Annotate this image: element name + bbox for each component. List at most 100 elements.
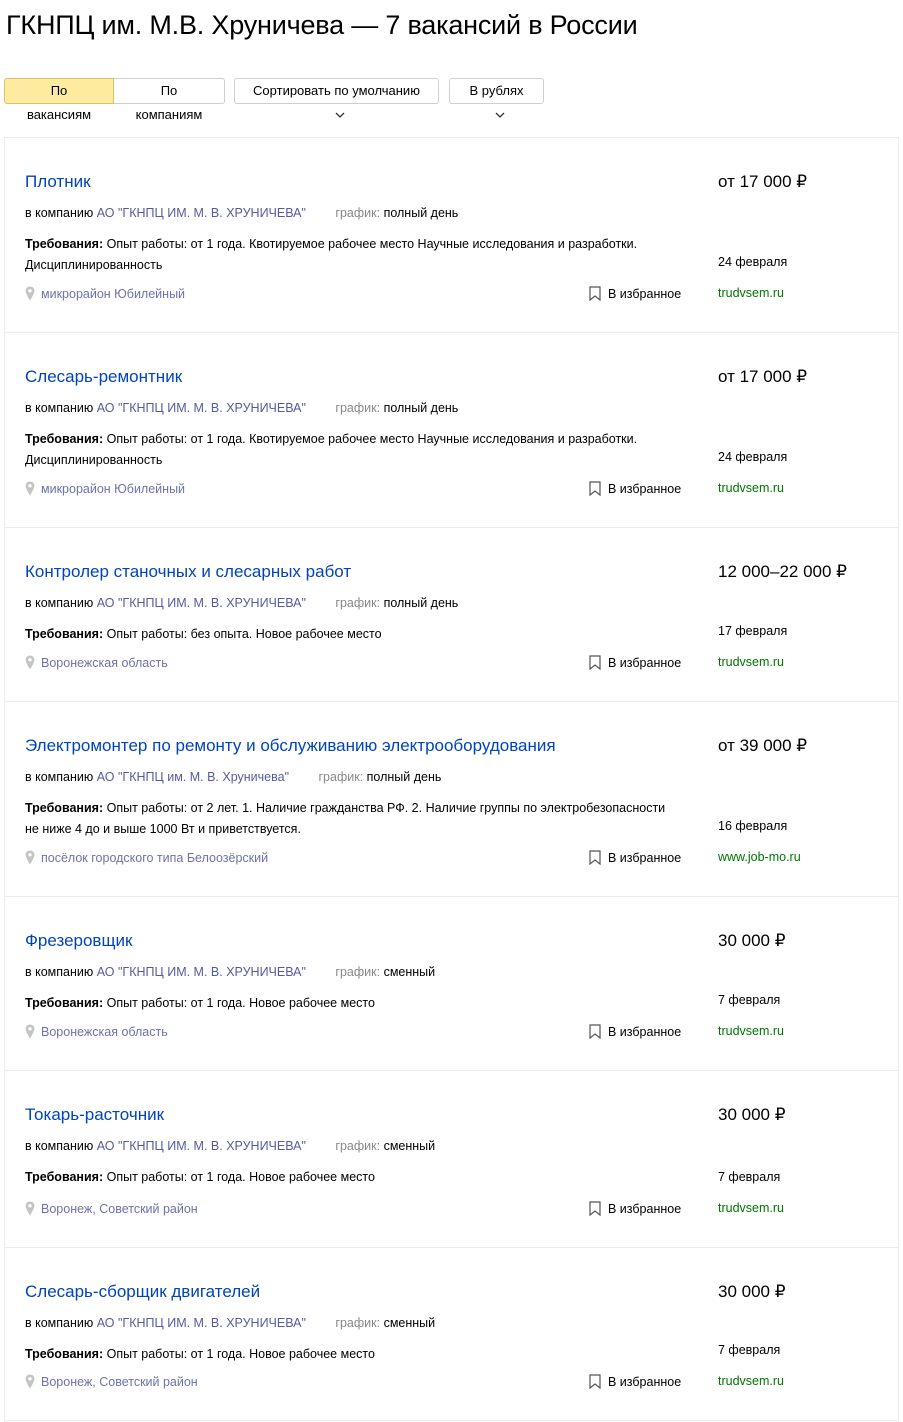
- vacancy-location[interactable]: посёлок городского типа Белоозёрский: [25, 850, 268, 865]
- tab-by-vacancies[interactable]: По вакансиям: [4, 78, 114, 122]
- schedule-group: график: сменный: [335, 1139, 435, 1153]
- vacancy-source-link[interactable]: trudvsem.ru: [718, 286, 784, 300]
- schedule-value: сменный: [383, 965, 436, 979]
- vacancy-source-link[interactable]: trudvsem.ru: [718, 1201, 784, 1215]
- location-text: посёлок городского типа Белоозёрский: [41, 850, 269, 865]
- vacancy-date: 24 февраля: [718, 450, 788, 464]
- location-pin-icon: [25, 481, 35, 496]
- vacancy-meta: в компанию АО "ГКНПЦ ИМ. М. В. ХРУНИЧЕВА…: [25, 1139, 435, 1153]
- vacancy-footer: Воронеж, Советский район В избранное tru…: [5, 1374, 898, 1394]
- vacancy-card: Контролер станочных и слесарных работ 12…: [5, 528, 898, 702]
- vacancy-source-link[interactable]: www.job-mo.ru: [718, 850, 801, 864]
- schedule-label: график:: [335, 1139, 381, 1153]
- schedule-label: график:: [335, 206, 381, 220]
- chevron-down-icon: [495, 112, 504, 118]
- currency-dropdown[interactable]: В рублях: [449, 78, 544, 118]
- company-name[interactable]: АО "ГКНПЦ ИМ. М. В. ХРУНИЧЕВА": [97, 401, 306, 415]
- location-pin-icon: [25, 286, 35, 301]
- vacancy-meta: в компанию АО "ГКНПЦ ИМ. М. В. ХРУНИЧЕВА…: [25, 965, 435, 979]
- schedule-group: график: полный день: [335, 596, 458, 610]
- vacancy-date: 7 февраля: [718, 1170, 781, 1184]
- vacancy-footer: Воронеж, Советский район В избранное tru…: [5, 1201, 898, 1221]
- sort-dropdown[interactable]: Сортировать по умолчанию: [234, 78, 439, 118]
- add-to-favorites-button[interactable]: В избранное: [589, 655, 681, 670]
- vacancy-source-link[interactable]: trudvsem.ru: [718, 1374, 784, 1388]
- company-prefix: в компанию: [25, 965, 94, 979]
- schedule-label: график:: [335, 1316, 381, 1330]
- vacancy-requirements: Требования: Опыт работы: от 1 года. Ново…: [25, 993, 680, 1014]
- favorites-label: В избранное: [608, 286, 682, 301]
- company-prefix: в компанию: [25, 596, 94, 610]
- location-text: Воронежская область: [41, 655, 168, 670]
- vacancy-meta: в компанию АО "ГКНПЦ ИМ. М. В. ХРУНИЧЕВА…: [25, 206, 458, 220]
- requirements-text: Опыт работы: от 1 года. Новое рабочее ме…: [106, 1170, 375, 1184]
- add-to-favorites-button[interactable]: В избранное: [589, 1024, 681, 1039]
- company-name[interactable]: АО "ГКНПЦ ИМ. М. В. ХРУНИЧЕВА": [97, 965, 306, 979]
- company-prefix: в компанию: [25, 401, 94, 415]
- vacancy-title-link[interactable]: Токарь-расточник: [25, 1105, 164, 1125]
- vacancy-title-link[interactable]: Слесарь-ремонтник: [25, 367, 182, 387]
- vacancy-date: 7 февраля: [718, 993, 781, 1007]
- vacancy-location[interactable]: Воронежская область: [25, 655, 168, 670]
- requirements-label: Требования:: [25, 1347, 104, 1361]
- sort-dropdown-label: Сортировать по умолчанию: [253, 83, 420, 98]
- company-name[interactable]: АО "ГКНПЦ им. М. В. Хруничева": [97, 770, 289, 784]
- requirements-label: Требования:: [25, 432, 104, 446]
- add-to-favorites-button[interactable]: В избранное: [589, 1374, 681, 1389]
- schedule-value: полный день: [383, 596, 459, 610]
- company-name[interactable]: АО "ГКНПЦ ИМ. М. В. ХРУНИЧЕВА": [97, 1139, 306, 1153]
- company-name[interactable]: АО "ГКНПЦ ИМ. М. В. ХРУНИЧЕВА": [97, 1316, 306, 1330]
- requirements-label: Требования:: [25, 801, 104, 815]
- page-title: ГКНПЦ им. М.В. Хруничева — 7 вакансий в …: [6, 10, 638, 40]
- company-name[interactable]: АО "ГКНПЦ ИМ. М. В. ХРУНИЧЕВА": [97, 596, 306, 610]
- vacancy-title-link[interactable]: Электромонтер по ремонту и обслуживанию …: [25, 736, 556, 756]
- requirements-text: Опыт работы: без опыта. Новое рабочее ме…: [106, 627, 382, 641]
- requirements-text: Опыт работы: от 2 лет. 1. Наличие гражда…: [25, 801, 666, 836]
- add-to-favorites-button[interactable]: В избранное: [589, 850, 681, 865]
- vacancy-date: 16 февраля: [718, 819, 788, 833]
- vacancy-meta: в компанию АО "ГКНПЦ ИМ. М. В. ХРУНИЧЕВА…: [25, 401, 458, 415]
- vacancy-title-link[interactable]: Слесарь-сборщик двигателей: [25, 1282, 260, 1302]
- vacancy-title-link[interactable]: Плотник: [25, 172, 91, 192]
- location-pin-icon: [25, 655, 35, 670]
- favorites-label: В избранное: [608, 1374, 682, 1389]
- vacancy-location[interactable]: Воронеж, Советский район: [25, 1374, 198, 1389]
- schedule-label: график:: [335, 596, 381, 610]
- vacancy-source-link[interactable]: trudvsem.ru: [718, 655, 784, 669]
- vacancy-source-link[interactable]: trudvsem.ru: [718, 1024, 784, 1038]
- vacancy-location[interactable]: микрорайон Юбилейный: [25, 481, 185, 496]
- vacancy-list: Плотник от 17 000 ₽ в компанию АО "ГКНПЦ…: [4, 137, 899, 1421]
- location-text: Воронежская область: [41, 1024, 168, 1039]
- bookmark-icon: [589, 1374, 601, 1389]
- tab-by-companies[interactable]: По компаниям: [114, 78, 225, 122]
- vacancy-title-link[interactable]: Контролер станочных и слесарных работ: [25, 562, 351, 582]
- company-name[interactable]: АО "ГКНПЦ ИМ. М. В. ХРУНИЧЕВА": [97, 206, 306, 220]
- favorites-label: В избранное: [608, 850, 682, 865]
- schedule-value: сменный: [383, 1139, 436, 1153]
- add-to-favorites-button[interactable]: В избранное: [589, 481, 681, 496]
- vacancy-location[interactable]: микрорайон Юбилейный: [25, 286, 185, 301]
- requirements-label: Требования:: [25, 996, 104, 1010]
- vacancy-salary: 30 000 ₽: [718, 931, 786, 950]
- add-to-favorites-button[interactable]: В избранное: [589, 286, 681, 301]
- vacancy-location[interactable]: Воронеж, Советский район: [25, 1201, 198, 1216]
- vacancy-title-link[interactable]: Фрезеровщик: [25, 931, 132, 951]
- favorites-label: В избранное: [608, 1201, 682, 1216]
- vacancy-card: Фрезеровщик 30 000 ₽ в компанию АО "ГКНП…: [5, 897, 898, 1071]
- company-prefix: в компанию: [25, 206, 94, 220]
- schedule-group: график: полный день: [335, 401, 458, 415]
- schedule-label: график:: [318, 770, 364, 784]
- bookmark-icon: [589, 655, 601, 670]
- schedule-value: сменный: [383, 1316, 436, 1330]
- vacancy-card: Плотник от 17 000 ₽ в компанию АО "ГКНПЦ…: [5, 138, 898, 333]
- bookmark-icon: [589, 1201, 601, 1216]
- vacancy-source-link[interactable]: trudvsem.ru: [718, 481, 784, 495]
- requirements-label: Требования:: [25, 237, 104, 251]
- add-to-favorites-button[interactable]: В избранное: [589, 1201, 681, 1216]
- location-pin-icon: [25, 1201, 35, 1216]
- location-pin-icon: [25, 850, 35, 865]
- vacancy-footer: Воронежская область В избранное trudvsem…: [5, 1024, 898, 1044]
- vacancy-salary: 30 000 ₽: [718, 1282, 786, 1301]
- schedule-label: график:: [335, 401, 381, 415]
- vacancy-location[interactable]: Воронежская область: [25, 1024, 168, 1039]
